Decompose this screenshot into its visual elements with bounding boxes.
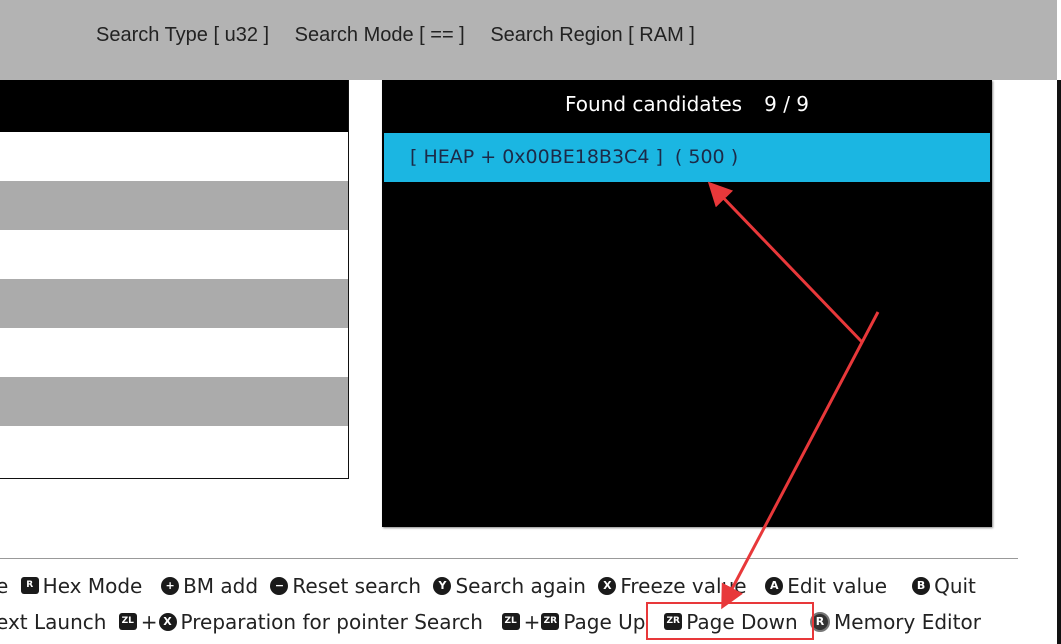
hint-memory-editor: Memory Editor — [834, 609, 981, 634]
window-edge — [1057, 80, 1061, 644]
bookmark-list-panel — [0, 80, 349, 479]
hint-pointer-search: Preparation for pointer Search — [180, 609, 483, 634]
divider — [0, 558, 1018, 559]
zr-button-icon: ZR — [664, 613, 683, 630]
plus-sign: + — [140, 609, 158, 634]
hint-label: e — [0, 573, 9, 598]
candidate-row-selected[interactable]: [ HEAP + 0x00BE18B3C4 ] ( 500 ) — [384, 133, 990, 182]
right-stick-icon: R — [810, 611, 831, 632]
zl-button-icon: ZL — [118, 613, 137, 630]
hint-bar-line-1: e R Hex Mode + BM add − Reset search Y Searc… — [0, 572, 976, 598]
hint-freeze-value: Freeze value — [620, 573, 747, 598]
search-region: Search Region [ RAM ] — [490, 24, 695, 46]
list-row[interactable] — [0, 426, 348, 475]
top-status-bar: Search Type [ u32 ] Search Mode [ == ] S… — [0, 0, 1057, 80]
hint-search-again: Search again — [455, 573, 586, 598]
list-row[interactable] — [0, 230, 348, 279]
hint-page-down: Page Down — [686, 609, 798, 634]
search-type: Search Type [ u32 ] — [96, 24, 270, 46]
list-row[interactable] — [0, 181, 348, 230]
found-label: Found candidates — [564, 92, 743, 116]
zl-button-icon: ZL — [501, 613, 520, 630]
found-count: 9 / 9 — [764, 92, 810, 116]
hint-quit: Quit — [934, 573, 976, 598]
plus-sign: + — [523, 609, 541, 634]
r-button-icon: R — [20, 577, 39, 594]
b-button-icon: B — [912, 576, 931, 595]
x-button-icon: X — [158, 612, 177, 631]
hint-edit-value: Edit value — [787, 573, 887, 598]
search-mode: Search Mode [ == ] — [294, 24, 465, 46]
hint-bm-add: BM add — [183, 573, 259, 598]
candidates-panel: Found candidates 9 / 9 [ HEAP + 0x00BE18B… — [382, 80, 992, 527]
plus-button-icon: + — [161, 576, 180, 595]
hint-hex-mode: Hex Mode — [42, 573, 143, 598]
list-row[interactable] — [0, 328, 348, 377]
zr-button-icon: ZR — [541, 613, 560, 630]
hint-reset-search: Reset search — [292, 573, 422, 598]
panel-header — [0, 80, 348, 132]
x-button-icon: X — [598, 576, 617, 595]
list-row[interactable] — [0, 377, 348, 426]
y-button-icon: Y — [433, 576, 452, 595]
a-button-icon: A — [765, 576, 784, 595]
hint-page-up: Page Up — [563, 609, 646, 634]
list-row[interactable] — [0, 132, 348, 181]
minus-button-icon: − — [270, 576, 289, 595]
list-row[interactable] — [0, 279, 348, 328]
hint-bar-line-2: ext Launch ZL + X Preparation for pointer S… — [0, 608, 981, 634]
found-candidates-header: Found candidates 9 / 9 — [382, 92, 992, 116]
hint-launch: ext Launch — [0, 609, 107, 634]
